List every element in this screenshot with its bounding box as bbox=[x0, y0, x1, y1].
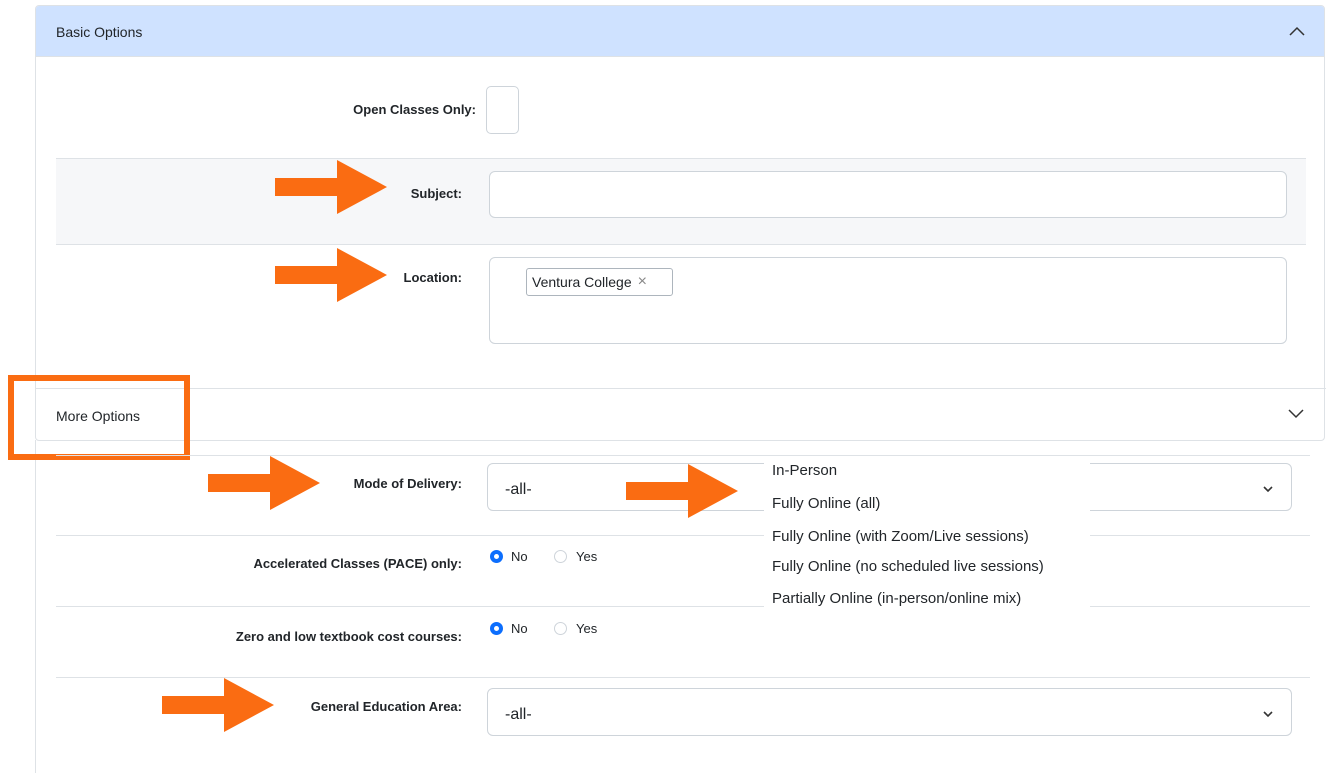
mode-of-delivery-value: -all- bbox=[505, 481, 532, 498]
open-classes-checkbox[interactable] bbox=[486, 86, 519, 134]
dropdown-option[interactable]: Fully Online (all) bbox=[772, 495, 880, 512]
ztc-label: Zero and low textbook cost courses: bbox=[235, 629, 462, 644]
chevron-up-icon[interactable] bbox=[1286, 21, 1308, 43]
location-tag: Ventura College × bbox=[526, 268, 673, 296]
ztc-no-label: No bbox=[511, 621, 528, 636]
open-classes-label: Open Classes Only: bbox=[353, 102, 476, 117]
annotation-box bbox=[8, 375, 190, 460]
mode-of-delivery-dropdown: In-Person Fully Online (all) Fully Onlin… bbox=[764, 456, 1090, 607]
dropdown-option[interactable]: Partially Online (in-person/online mix) bbox=[772, 590, 1021, 607]
pace-label: Accelerated Classes (PACE) only: bbox=[253, 556, 462, 571]
ge-area-select[interactable]: -all- bbox=[487, 688, 1292, 736]
chevron-down-icon bbox=[1263, 486, 1273, 493]
annotation-arrow bbox=[162, 678, 274, 732]
basic-options-title: Basic Options bbox=[56, 24, 143, 40]
pace-yes-label: Yes bbox=[576, 549, 598, 564]
annotation-arrow bbox=[275, 160, 387, 214]
annotation-arrow bbox=[275, 248, 387, 302]
divider bbox=[56, 535, 1310, 536]
ge-area-value: -all- bbox=[505, 706, 532, 723]
chevron-down-icon bbox=[1263, 711, 1273, 718]
pace-yes-radio[interactable] bbox=[554, 550, 567, 563]
pace-no-label: No bbox=[511, 549, 528, 564]
pace-no-radio[interactable] bbox=[490, 550, 503, 563]
more-options-header[interactable]: More Options bbox=[35, 389, 1326, 440]
ztc-yes-label: Yes bbox=[576, 621, 598, 636]
close-icon[interactable]: × bbox=[638, 274, 647, 290]
ztc-yes-radio[interactable] bbox=[554, 622, 567, 635]
chevron-down-icon[interactable] bbox=[1285, 402, 1307, 424]
dropdown-option[interactable]: Fully Online (with Zoom/Live sessions) bbox=[772, 528, 1029, 545]
annotation-arrow bbox=[626, 464, 738, 518]
page-left-border bbox=[35, 440, 36, 773]
divider bbox=[56, 606, 1310, 607]
ztc-no-radio[interactable] bbox=[490, 622, 503, 635]
basic-options-header[interactable]: Basic Options bbox=[36, 6, 1324, 57]
subject-input[interactable] bbox=[489, 171, 1287, 218]
dropdown-option[interactable]: Fully Online (no scheduled live sessions… bbox=[772, 558, 1044, 575]
annotation-arrow bbox=[208, 456, 320, 510]
location-tag-label: Ventura College bbox=[532, 274, 632, 290]
dropdown-option[interactable]: In-Person bbox=[772, 462, 837, 479]
